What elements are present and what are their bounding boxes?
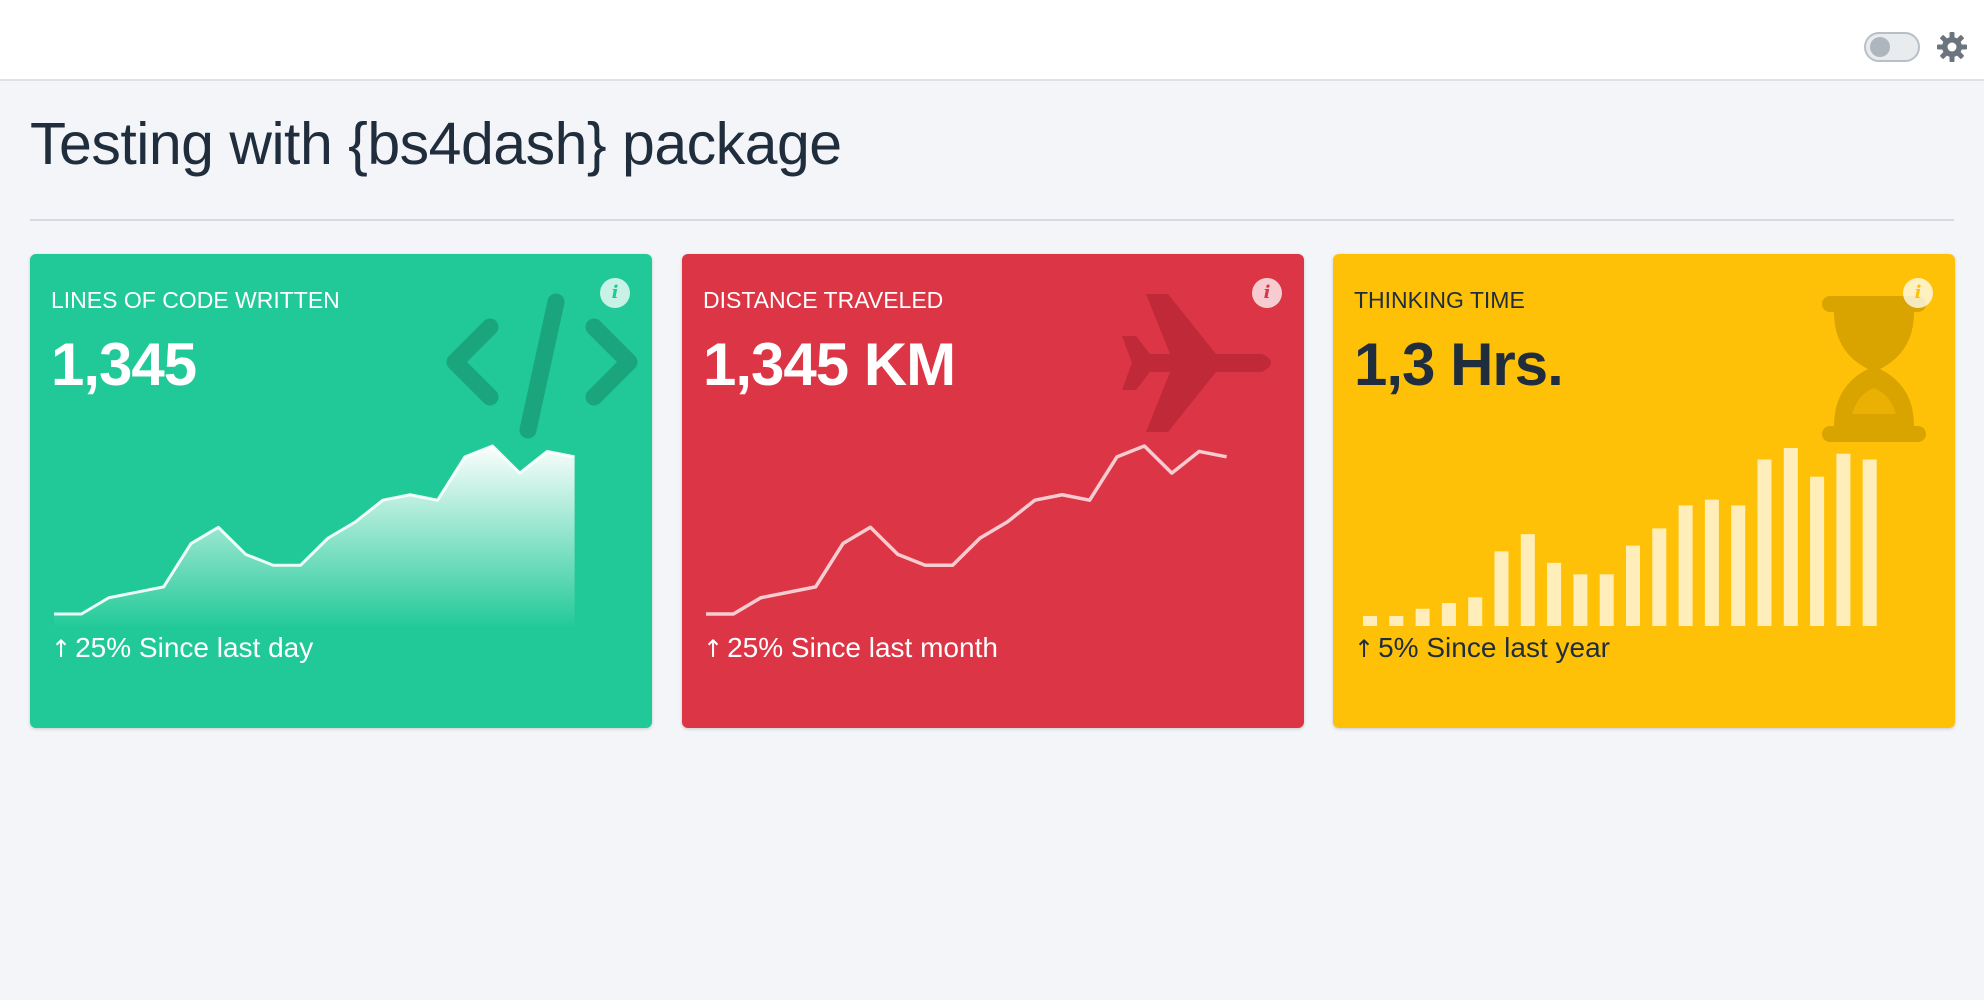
spark-bar (1731, 505, 1746, 626)
info-icon[interactable]: i (1252, 278, 1282, 308)
spark-bar (1836, 453, 1851, 626)
spark-bar (1599, 574, 1614, 626)
distance-traveled-card: DISTANCE TRAVELED 1,345 KM i ↑ 25% Since … (682, 254, 1304, 728)
spark-bar (1468, 597, 1483, 626)
spark-bar (1704, 499, 1719, 626)
card-footer: ↑ 5% Since last year (1354, 632, 1610, 664)
gear-icon[interactable] (1936, 31, 1968, 63)
thinking-time-card: THINKING TIME 1,3 Hrs. i ↑ 5% Since last … (1333, 254, 1955, 728)
card-value: 1,3 Hrs. (1354, 331, 1564, 398)
footer-text: 5% Since last year (1378, 632, 1610, 663)
spark-bar (1626, 545, 1640, 626)
card-footer: ↑ 25% Since last month (703, 632, 998, 664)
info-icon[interactable]: i (600, 278, 630, 308)
spark-bar (1415, 608, 1430, 626)
toggle-knob (1870, 37, 1890, 57)
card-footer: ↑ 25% Since last day (51, 632, 313, 664)
spark-bar (1678, 505, 1693, 626)
info-icon[interactable]: i (1903, 278, 1933, 308)
spark-bar (1441, 603, 1456, 626)
spark-line (706, 444, 1227, 616)
spark-bar (1573, 574, 1588, 626)
page-title: Testing with {bs4dash} package (30, 111, 842, 177)
spark-bar (1652, 528, 1667, 626)
footer-text: 25% Since last day (75, 632, 314, 663)
title-divider (30, 219, 1954, 221)
card-value: 1,345 (51, 331, 197, 398)
arrow-up-icon: ↑ (1354, 635, 1375, 663)
dark-mode-toggle[interactable] (1864, 32, 1920, 62)
spark-bar (1520, 534, 1535, 626)
spark-bar (1547, 562, 1562, 626)
arrow-up-icon: ↑ (703, 635, 724, 663)
spark-bar (1363, 616, 1377, 626)
lines-of-code-card: LINES OF CODE WRITTEN 1,345 i ↑ 25% Since… (30, 254, 652, 728)
arrow-up-icon: ↑ (51, 635, 72, 663)
card-label: LINES OF CODE WRITTEN (51, 287, 340, 313)
card-label: DISTANCE TRAVELED (703, 287, 944, 313)
spark-bar (1810, 476, 1825, 626)
footer-text: 25% Since last month (727, 632, 998, 663)
card-label: THINKING TIME (1354, 287, 1525, 313)
spark-bar (1783, 448, 1798, 626)
spark-bar (1757, 459, 1772, 626)
spark-area (54, 446, 575, 626)
navbar (0, 0, 1984, 81)
spark-bar (1862, 459, 1877, 626)
card-value: 1,345 KM (703, 331, 956, 398)
spark-bar (1389, 616, 1404, 626)
spark-bar (1494, 551, 1509, 626)
